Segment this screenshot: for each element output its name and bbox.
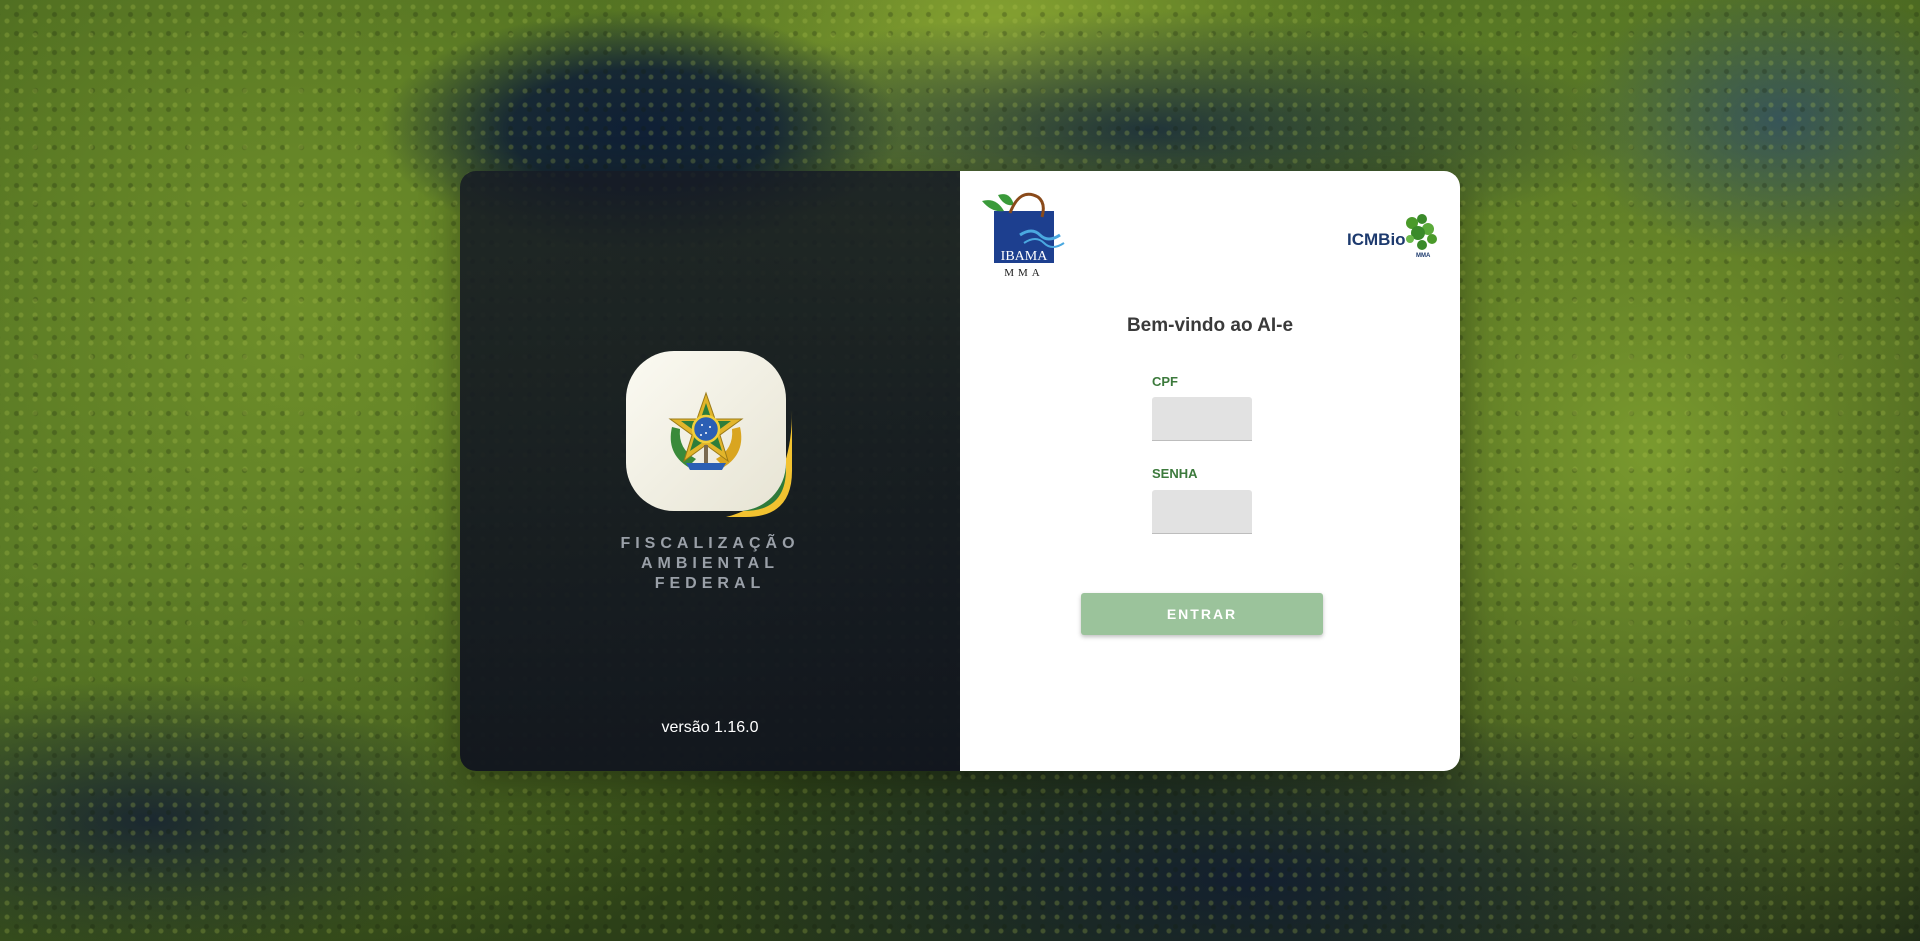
brand-panel: FISCALIZAÇÃO AMBIENTAL FEDERAL versão 1.…	[460, 171, 960, 771]
icmbio-logo: ICMBio MMA	[1346, 209, 1440, 259]
icmbio-subtext: MMA	[1416, 253, 1431, 259]
login-card: FISCALIZAÇÃO AMBIENTAL FEDERAL versão 1.…	[460, 171, 1460, 771]
login-panel: IBAMA MMA ICMBio MMA Bem-vindo ao AI-e C…	[960, 171, 1460, 771]
password-input[interactable]	[1152, 490, 1252, 534]
ibama-wordmark: IBAMA	[1001, 249, 1049, 264]
icmbio-wordmark: ICMBio	[1347, 230, 1406, 249]
cpf-label: CPF	[1152, 374, 1178, 389]
ibama-logo: IBAMA MMA	[980, 191, 1072, 279]
brazil-coat-of-arms-icon	[626, 351, 792, 517]
version-label: versão 1.16.0	[661, 719, 759, 736]
tagline-line-3: FEDERAL	[654, 575, 766, 592]
tagline-line-1: FISCALIZAÇÃO	[620, 535, 800, 552]
ibama-subtext: MMA	[1004, 267, 1044, 279]
login-button[interactable]: ENTRAR	[1081, 593, 1323, 635]
app-tagline: FISCALIZAÇÃO AMBIENTAL FEDERAL	[460, 534, 960, 594]
welcome-title: Bem-vindo ao AI-e	[1126, 315, 1294, 336]
password-label: SENHA	[1152, 466, 1198, 481]
tagline-line-2: AMBIENTAL	[640, 555, 780, 572]
cpf-input[interactable]	[1152, 397, 1252, 441]
